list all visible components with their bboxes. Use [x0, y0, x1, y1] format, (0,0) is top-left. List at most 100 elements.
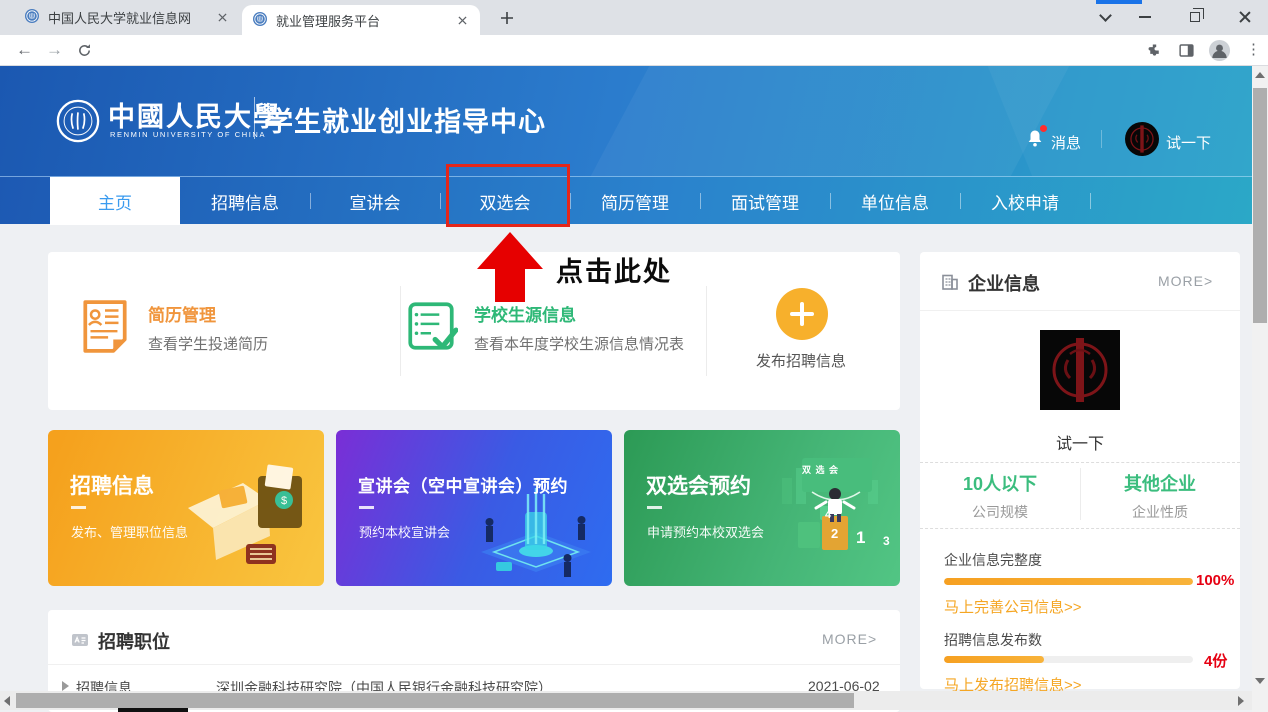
banner-job-fair[interactable]: 双 选 会 2 1 3 4 双选会预约 申请预约本校双选会	[624, 430, 900, 586]
new-tab-button[interactable]	[494, 5, 520, 31]
complete-company-info-link[interactable]: 马上完善公司信息>>	[944, 596, 1082, 617]
scroll-left-icon[interactable]	[4, 696, 10, 706]
user-avatar[interactable]	[1125, 122, 1159, 156]
browser-window: 中国人民大学就业信息网 就业管理服务平台 ← → rdjy.ruc.edu.cn…	[0, 0, 1268, 712]
jobs-more-link[interactable]: MORE>	[822, 631, 877, 647]
publish-plus-icon[interactable]	[776, 288, 828, 340]
scrollbar-corner	[1252, 691, 1268, 712]
progress-fill	[944, 578, 1193, 585]
company-name: 试一下	[920, 430, 1240, 454]
stat-label: 公司规模	[920, 502, 1080, 522]
nav-item-resume-mgmt[interactable]: 简历管理	[570, 177, 700, 225]
podium-rank-4: 4	[825, 509, 831, 521]
card-divider	[706, 286, 707, 376]
nav-item-home[interactable]: 主页	[50, 177, 180, 225]
stat-label: 企业性质	[1080, 502, 1240, 522]
quick-action-students-title[interactable]: 学校生源信息	[474, 301, 576, 326]
annotation-arrow-shaft	[495, 267, 525, 302]
scroll-up-icon[interactable]	[1255, 72, 1265, 78]
quick-action-resume-title[interactable]: 简历管理	[148, 301, 216, 326]
window-minimize-button[interactable]	[1128, 0, 1162, 34]
side-panel-icon[interactable]	[1178, 42, 1195, 64]
annotation-highlight-box	[446, 164, 570, 227]
back-icon[interactable]: ←	[16, 40, 33, 60]
vertical-scroll-thumb[interactable]	[1253, 88, 1267, 323]
company-stat-size: 10人以下 公司规模	[920, 470, 1080, 522]
banner-dash	[71, 506, 86, 509]
profile-avatar-icon[interactable]	[1208, 39, 1231, 67]
forward-icon[interactable]: →	[46, 40, 63, 60]
nav-item-info-session[interactable]: 宣讲会	[310, 177, 440, 225]
vertical-scrollbar[interactable]	[1252, 66, 1268, 712]
checklist-icon	[404, 298, 458, 359]
quick-action-publish-label[interactable]: 发布招聘信息	[756, 350, 846, 371]
reload-icon[interactable]	[76, 42, 93, 64]
notification-dot	[1040, 125, 1047, 132]
dashed-divider	[920, 462, 1240, 463]
user-name[interactable]: 试一下	[1166, 132, 1211, 153]
podium-sign-label: 双 选 会	[802, 463, 839, 476]
card-divider	[48, 664, 900, 665]
resume-doc-icon	[78, 298, 132, 359]
progress-fill	[944, 656, 1044, 663]
company-section-title: 企业信息	[968, 270, 1040, 296]
stat-value: 10人以下	[920, 470, 1080, 496]
banner-title: 招聘信息	[70, 470, 154, 500]
nav-item-employer-info[interactable]: 单位信息	[830, 177, 960, 225]
university-name-zh: 中國人民大學	[108, 95, 282, 134]
id-card-icon	[70, 630, 90, 655]
window-restore-button[interactable]	[1178, 0, 1212, 34]
metric-label: 招聘信息发布数	[944, 630, 1042, 650]
favicon-ruc-icon	[24, 8, 40, 27]
taskbar-edge	[118, 708, 188, 712]
banner-desc: 预约本校宣讲会	[359, 522, 450, 541]
site-header: 中國人民大學 RENMIN UNIVERSITY OF CHINA 学生就业创业…	[0, 66, 1268, 176]
tab-close-icon[interactable]	[454, 12, 470, 28]
extensions-puzzle-icon[interactable]	[1146, 42, 1163, 64]
tab-title: 就业管理服务平台	[276, 11, 446, 30]
favicon-ruc-icon	[252, 11, 268, 30]
stat-value: 其他企业	[1080, 470, 1240, 496]
banner-info-session[interactable]: 宣讲会（空中宣讲会）预约 预约本校宣讲会	[336, 430, 612, 586]
scroll-down-icon[interactable]	[1255, 678, 1265, 684]
ruc-seal-icon	[55, 98, 101, 149]
browser-menu-dots-icon[interactable]: ⋮	[1246, 40, 1261, 58]
annotation-click-here-text: 点击此处	[556, 250, 672, 289]
metric-label: 企业信息完整度	[944, 550, 1042, 570]
header-divider	[1101, 130, 1102, 148]
annotation-arrow-icon	[477, 232, 543, 269]
browser-tab-service-platform[interactable]: 就业管理服务平台	[242, 5, 480, 35]
metric-value: 100%	[1196, 572, 1234, 589]
company-logo	[1040, 330, 1120, 410]
browser-tab-employment-info[interactable]: 中国人民大学就业信息网	[14, 0, 240, 34]
podium-rank-1: 1	[856, 528, 865, 548]
podium-rank-2: 2	[831, 526, 838, 541]
quick-action-students-desc: 查看本年度学校生源信息情况表	[474, 333, 684, 354]
site-title: 学生就业创业指导中心	[266, 100, 546, 139]
horizontal-scroll-thumb[interactable]	[16, 693, 854, 708]
banner-recruit-info[interactable]: $ 招聘信息 发布、管理职位信息	[48, 430, 324, 586]
messages-link[interactable]: 消息	[1051, 132, 1081, 153]
window-close-button[interactable]	[1228, 0, 1262, 34]
tab-close-icon[interactable]	[214, 9, 230, 25]
company-more-link[interactable]: MORE>	[1158, 273, 1213, 289]
tab-bar: 中国人民大学就业信息网 就业管理服务平台	[0, 0, 1268, 35]
nav-item-interview-mgmt[interactable]: 面试管理	[700, 177, 830, 225]
building-icon	[940, 272, 960, 297]
banner-desk-illustration: $	[158, 448, 318, 583]
nav-item-recruit-info[interactable]: 招聘信息	[180, 177, 310, 225]
card-divider	[400, 286, 401, 376]
dashed-divider	[920, 528, 1240, 529]
quick-actions-card: 简历管理 查看学生投递简历 学校生源信息 查看本年度学校生源信息情况表 发布招聘…	[48, 252, 900, 410]
banner-title: 宣讲会（空中宣讲会）预约	[358, 472, 568, 497]
header-divider	[254, 97, 255, 139]
banner-title: 双选会预约	[646, 470, 751, 500]
banner-desc: 申请预约本校双选会	[647, 522, 764, 541]
scroll-right-icon[interactable]	[1238, 696, 1244, 706]
tab-search-chevron-icon[interactable]	[1088, 0, 1122, 34]
card-divider	[920, 310, 1240, 311]
nav-item-campus-entry[interactable]: 入校申请	[960, 177, 1090, 225]
banner-dash	[359, 506, 374, 509]
jobs-section-title: 招聘职位	[98, 628, 170, 654]
header-decor	[980, 66, 1268, 176]
